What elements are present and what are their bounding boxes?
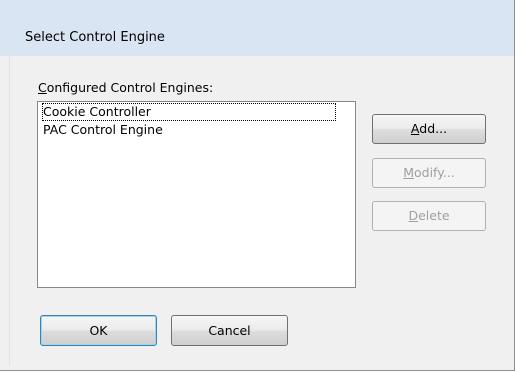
modify-button[interactable]: Modify...	[372, 158, 486, 188]
delete-button-mnemonic: D	[408, 208, 419, 223]
modify-button-mnemonic: M	[403, 165, 414, 180]
select-control-engine-dialog: Select Control Engine Configured Control…	[0, 0, 515, 371]
configured-engines-label-mnemonic: C	[38, 80, 47, 95]
cancel-button[interactable]: Cancel	[171, 315, 288, 346]
configured-engines-label: Configured Control Engines:	[38, 80, 213, 95]
configured-engines-label-text: onfigured Control Engines:	[46, 80, 214, 95]
configured-engines-listbox[interactable]: Cookie Controller PAC Control Engine	[37, 101, 356, 288]
add-button[interactable]: Add...	[372, 114, 486, 144]
add-button-mnemonic: A	[410, 121, 420, 136]
add-button-label: dd...	[419, 121, 448, 136]
list-item-cookie-controller[interactable]: Cookie Controller	[42, 103, 336, 121]
delete-button[interactable]: Delete	[372, 201, 486, 231]
title-bar[interactable]: Select Control Engine	[0, 0, 514, 56]
ok-button[interactable]: OK	[40, 315, 157, 346]
delete-button-label: elete	[418, 208, 450, 223]
window-title: Select Control Engine	[25, 30, 165, 45]
list-item-pac-control-engine[interactable]: PAC Control Engine	[42, 121, 165, 139]
modify-button-label: odify...	[414, 165, 455, 180]
